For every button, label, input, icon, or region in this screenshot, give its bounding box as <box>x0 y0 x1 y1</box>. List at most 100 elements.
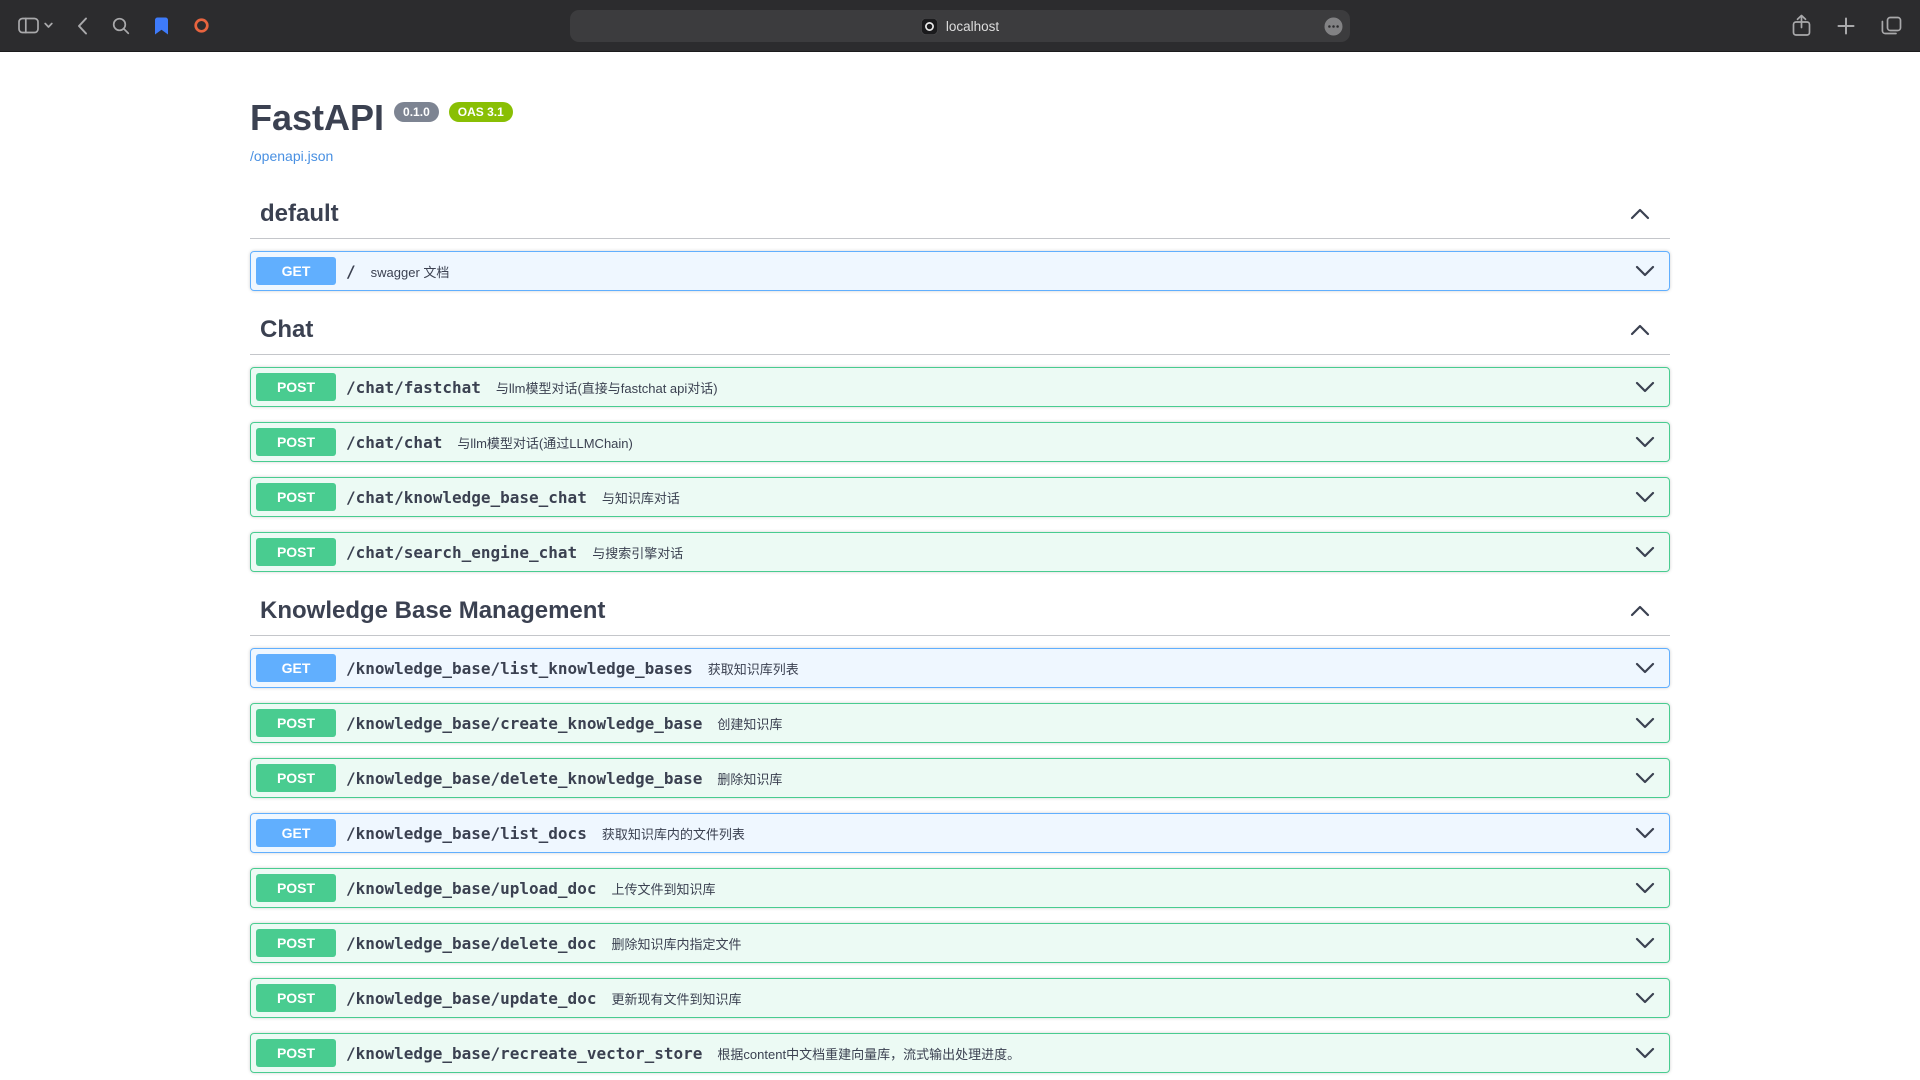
sections-container: default GET / swagger 文档 Chat <box>250 190 1670 1073</box>
expand-endpoint-button[interactable] <box>1635 827 1655 839</box>
http-method-badge: POST <box>256 929 336 957</box>
expand-endpoint-button[interactable] <box>1635 265 1655 277</box>
expand-endpoint-button[interactable] <box>1635 937 1655 949</box>
expand-endpoint-button[interactable] <box>1635 546 1655 558</box>
chevron-down-icon <box>1635 772 1655 784</box>
http-method-badge: GET <box>256 819 336 847</box>
bookmark-extension-icon <box>154 17 169 35</box>
endpoint-path: /chat/knowledge_base_chat <box>346 488 587 507</box>
endpoint-row[interactable]: GET /knowledge_base/list_knowledge_bases… <box>250 648 1670 688</box>
search-button[interactable] <box>112 17 130 35</box>
new-tab-icon <box>1837 17 1855 35</box>
endpoint-description: 与llm模型对话(直接与fastchat api对话) <box>496 378 718 397</box>
chevron-down-icon <box>1635 992 1655 1004</box>
search-icon <box>112 17 130 35</box>
endpoint-row[interactable]: POST /knowledge_base/recreate_vector_sto… <box>250 1033 1670 1073</box>
new-tab-button[interactable] <box>1837 17 1855 35</box>
http-method-badge: GET <box>256 257 336 285</box>
openapi-spec-link[interactable]: /openapi.json <box>250 148 333 164</box>
endpoint-path: /knowledge_base/upload_doc <box>346 879 596 898</box>
api-section: Knowledge Base Management GET /knowledge… <box>250 587 1670 1073</box>
endpoint-row[interactable]: POST /chat/fastchat 与llm模型对话(直接与fastchat… <box>250 367 1670 407</box>
endpoint-description: 更新现有文件到知识库 <box>611 989 741 1008</box>
endpoint-path: /chat/fastchat <box>346 378 481 397</box>
section-header[interactable]: Knowledge Base Management <box>250 587 1670 636</box>
expand-endpoint-button[interactable] <box>1635 381 1655 393</box>
chevron-down-icon <box>1635 265 1655 277</box>
chevron-down-icon <box>1635 546 1655 558</box>
address-bar[interactable]: localhost <box>570 10 1350 42</box>
endpoint-description: 与llm模型对话(通过LLMChain) <box>457 433 633 452</box>
collapse-section-button[interactable] <box>1630 324 1650 336</box>
http-method-badge: POST <box>256 373 336 401</box>
http-method-badge: POST <box>256 709 336 737</box>
endpoint-path: /knowledge_base/create_knowledge_base <box>346 714 702 733</box>
http-method-badge: POST <box>256 538 336 566</box>
expand-endpoint-button[interactable] <box>1635 992 1655 1004</box>
endpoint-description: swagger 文档 <box>371 262 450 281</box>
share-button[interactable] <box>1792 14 1811 37</box>
chevron-down-icon <box>1635 717 1655 729</box>
endpoint-path: /chat/chat <box>346 433 442 452</box>
chevron-down-icon <box>1635 1047 1655 1059</box>
site-badge-icon <box>921 18 938 35</box>
tab-overview-button[interactable] <box>1881 16 1902 35</box>
expand-endpoint-button[interactable] <box>1635 491 1655 503</box>
collapse-section-button[interactable] <box>1630 208 1650 220</box>
endpoint-description: 获取知识库内的文件列表 <box>602 824 745 843</box>
section-header[interactable]: Chat <box>250 306 1670 355</box>
endpoint-description: 创建知识库 <box>717 714 782 733</box>
endpoint-row[interactable]: POST /knowledge_base/delete_knowledge_ba… <box>250 758 1670 798</box>
http-method-badge: GET <box>256 654 336 682</box>
endpoint-description: 与搜索引擎对话 <box>592 543 683 562</box>
bookmark-extension-button[interactable] <box>154 17 169 35</box>
endpoint-path: /chat/search_engine_chat <box>346 543 577 562</box>
endpoint-row[interactable]: POST /chat/knowledge_base_chat 与知识库对话 <box>250 477 1670 517</box>
chevron-up-icon <box>1630 605 1650 617</box>
endpoint-path: /knowledge_base/recreate_vector_store <box>346 1044 702 1063</box>
chevron-down-icon <box>1635 491 1655 503</box>
endpoint-path: /knowledge_base/list_knowledge_bases <box>346 659 693 678</box>
endpoint-description: 获取知识库列表 <box>708 659 799 678</box>
expand-endpoint-button[interactable] <box>1635 772 1655 784</box>
expand-endpoint-button[interactable] <box>1635 882 1655 894</box>
collapse-section-button[interactable] <box>1630 605 1650 617</box>
endpoint-row[interactable]: POST /knowledge_base/update_doc 更新现有文件到知… <box>250 978 1670 1018</box>
chevron-down-icon <box>1635 937 1655 949</box>
page-title: FastAPI 0.1.0 OAS 3.1 <box>250 97 1670 139</box>
section-title: Knowledge Base Management <box>260 597 605 625</box>
chevron-down-icon <box>1635 882 1655 894</box>
chevron-down-icon <box>1635 381 1655 393</box>
operations-list: GET / swagger 文档 <box>250 251 1670 291</box>
expand-endpoint-button[interactable] <box>1635 1047 1655 1059</box>
endpoint-row[interactable]: GET / swagger 文档 <box>250 251 1670 291</box>
endpoint-row[interactable]: POST /knowledge_base/delete_doc 删除知识库内指定… <box>250 923 1670 963</box>
address-text: localhost <box>946 19 999 34</box>
chevron-down-icon <box>1635 436 1655 448</box>
back-button[interactable] <box>77 17 88 35</box>
oas-badge: OAS 3.1 <box>449 102 513 122</box>
endpoint-path: /knowledge_base/delete_knowledge_base <box>346 769 702 788</box>
endpoint-row[interactable]: GET /knowledge_base/list_docs 获取知识库内的文件列… <box>250 813 1670 853</box>
api-title-text: FastAPI <box>250 97 384 139</box>
sidebar-icon <box>18 17 39 34</box>
section-header[interactable]: default <box>250 190 1670 239</box>
endpoint-row[interactable]: POST /knowledge_base/upload_doc 上传文件到知识库 <box>250 868 1670 908</box>
expand-endpoint-button[interactable] <box>1635 662 1655 674</box>
page-menu-button[interactable] <box>1324 17 1343 36</box>
endpoint-path: /knowledge_base/list_docs <box>346 824 587 843</box>
endpoint-description: 删除知识库 <box>717 769 782 788</box>
endpoint-description: 与知识库对话 <box>602 488 680 507</box>
ring-extension-button[interactable] <box>193 17 210 34</box>
chevron-down-icon <box>1635 827 1655 839</box>
expand-endpoint-button[interactable] <box>1635 436 1655 448</box>
endpoint-row[interactable]: POST /chat/chat 与llm模型对话(通过LLMChain) <box>250 422 1670 462</box>
endpoint-row[interactable]: POST /knowledge_base/create_knowledge_ba… <box>250 703 1670 743</box>
expand-endpoint-button[interactable] <box>1635 717 1655 729</box>
endpoint-row[interactable]: POST /chat/search_engine_chat 与搜索引擎对话 <box>250 532 1670 572</box>
sidebar-menu-button[interactable] <box>44 22 53 29</box>
http-method-badge: POST <box>256 1039 336 1067</box>
browser-toolbar: localhost <box>0 0 1920 52</box>
sidebar-toggle-button[interactable] <box>18 17 39 34</box>
section-title: default <box>260 200 339 228</box>
